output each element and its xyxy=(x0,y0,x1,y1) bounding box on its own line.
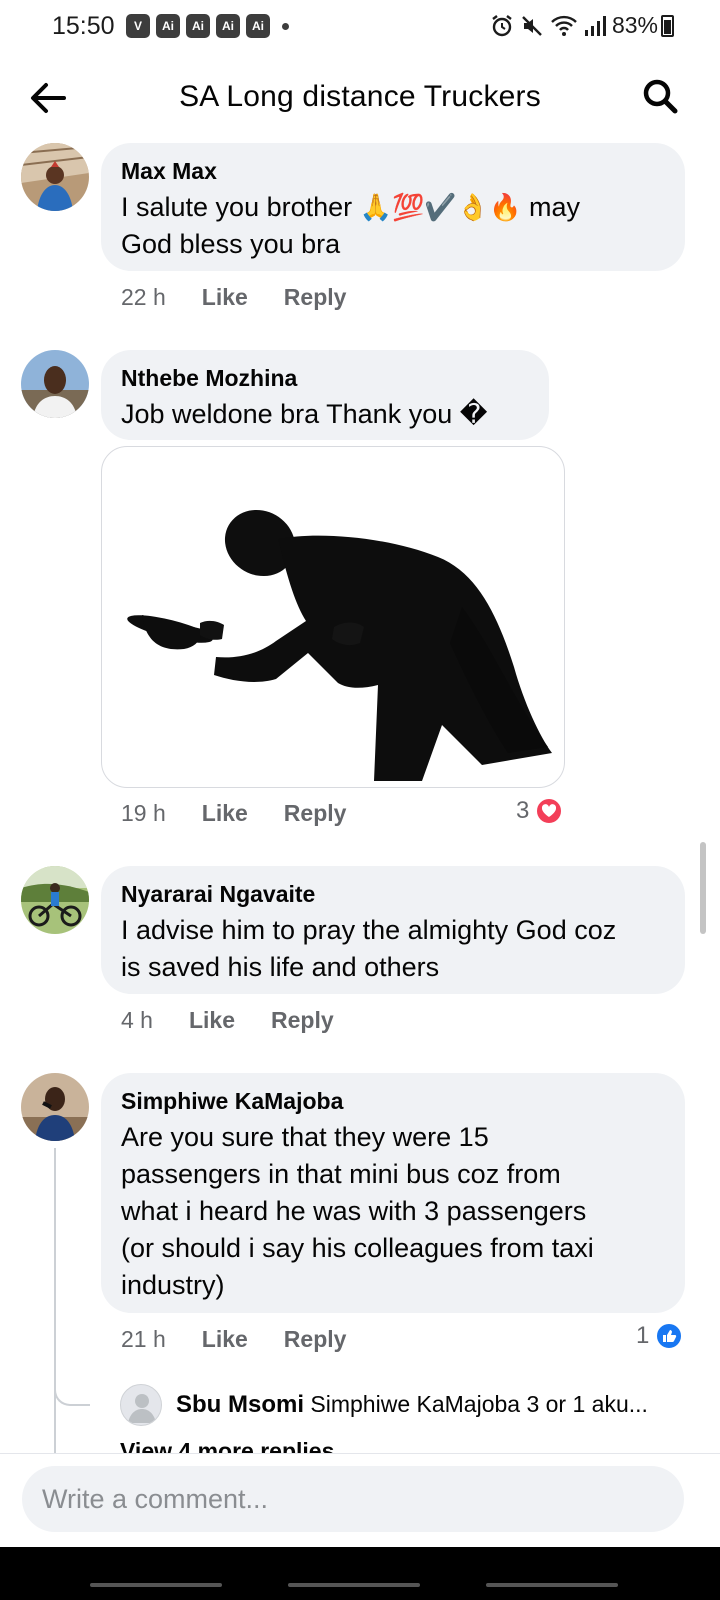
view-more-replies-link[interactable]: View 4 more replies xyxy=(120,1438,334,1454)
page-title: SA Long distance Truckers xyxy=(179,80,541,113)
comment-text: Are you sure that they were 15 passenger… xyxy=(121,1119,665,1304)
comment-author[interactable]: Max Max xyxy=(121,157,665,185)
system-status-icons: 83% xyxy=(490,12,658,39)
comment-author[interactable]: Nthebe Mozhina xyxy=(121,364,529,392)
reply-button[interactable]: Reply xyxy=(284,284,347,311)
ai-notification-icon: Ai xyxy=(156,14,180,38)
battery-percent: 83% xyxy=(611,12,658,38)
vpn-notification-icon: V xyxy=(126,14,150,38)
battery-icon xyxy=(661,15,674,37)
scrollbar-thumb[interactable] xyxy=(700,842,706,934)
status-time: 15:50 xyxy=(52,12,115,40)
status-bar: 15:50 V Ai Ai Ai Ai 83% xyxy=(0,0,720,54)
hundred-points-emoji-icon: 💯 xyxy=(392,192,425,222)
default-avatar-icon[interactable] xyxy=(120,1384,162,1426)
more-notifications-dot-icon xyxy=(282,22,289,30)
ai-notification-icon: Ai xyxy=(186,14,210,38)
comment-text-line: passengers in that mini bus coz from xyxy=(121,1159,561,1189)
comment-bubble[interactable]: Nthebe Mozhina Job weldone bra Thank you… xyxy=(101,350,549,440)
reply-author[interactable]: Sbu Msomi xyxy=(176,1391,304,1418)
comment-text-line: may xyxy=(529,192,581,222)
comment-actions: 21 h Like Reply xyxy=(121,1326,382,1353)
reply-preview[interactable]: Sbu Msomi Simphiwe KaMajoba 3 or 1 aku..… xyxy=(120,1383,680,1427)
notification-icons: V Ai Ai Ai Ai xyxy=(126,14,289,38)
comment-composer xyxy=(0,1453,720,1547)
like-button[interactable]: Like xyxy=(202,284,248,311)
comment-bubble[interactable]: Nyararai Ngavaite I advise him to pray t… xyxy=(101,866,685,994)
search-icon[interactable] xyxy=(640,76,680,116)
like-button[interactable]: Like xyxy=(202,1326,248,1353)
comment-author[interactable]: Nyararai Ngavaite xyxy=(121,880,665,908)
reply-snippet: Simphiwe KaMajoba 3 or 1 aku... xyxy=(310,1391,648,1417)
comment-author[interactable]: Simphiwe KaMajoba xyxy=(121,1087,665,1115)
comment-timestamp: 4 h xyxy=(121,1007,153,1033)
comment-text: Job weldone bra Thank you � xyxy=(121,399,488,429)
back-nav-button[interactable] xyxy=(486,1583,618,1587)
mute-icon xyxy=(522,15,542,36)
comment-text-line: industry) xyxy=(121,1270,225,1300)
comment-timestamp: 19 h xyxy=(121,800,166,826)
reaction-summary[interactable]: 3 xyxy=(516,797,564,825)
heart-reaction-icon xyxy=(535,797,564,825)
ok-hand-emoji-icon: 👌 xyxy=(456,192,490,222)
comment-timestamp: 21 h xyxy=(121,1326,166,1352)
comment-text-line: I salute you brother xyxy=(121,192,353,222)
check-mark-emoji-icon: ✔️ xyxy=(424,192,457,222)
comment-text-line: I advise him to pray the almighty God co… xyxy=(121,915,617,945)
signal-icon xyxy=(584,15,606,36)
reply-button[interactable]: Reply xyxy=(271,1007,334,1034)
thumbs-up-reaction-icon xyxy=(655,1322,684,1350)
ai-notification-icon: Ai xyxy=(246,14,270,38)
bowing-man-sticker[interactable] xyxy=(101,446,565,788)
comment-text: I salute you brother 🙏💯✔️👌🔥 may God bles… xyxy=(121,189,665,263)
like-button[interactable]: Like xyxy=(189,1007,235,1034)
avatar-nyararai-ngavaite[interactable] xyxy=(21,866,89,934)
like-button[interactable]: Like xyxy=(202,800,248,827)
system-navigation-bar xyxy=(0,1547,720,1600)
app-header: SA Long distance Truckers xyxy=(0,60,720,136)
comment-actions: 4 h Like Reply xyxy=(121,1007,370,1034)
reaction-count: 3 xyxy=(516,797,530,824)
reply-thread-line xyxy=(54,1148,56,1458)
comment-actions: 22 h Like Reply xyxy=(121,284,382,311)
comment-bubble[interactable]: Max Max I salute you brother 🙏💯✔️👌🔥 may … xyxy=(101,143,685,271)
wifi-icon xyxy=(551,15,577,36)
comment-timestamp: 22 h xyxy=(121,284,166,310)
reaction-count: 1 xyxy=(636,1322,650,1349)
reply-button[interactable]: Reply xyxy=(284,800,347,827)
reply-preview-text: Sbu Msomi Simphiwe KaMajoba 3 or 1 aku..… xyxy=(176,1391,648,1419)
avatar-simphiwe-kamajoba[interactable] xyxy=(21,1073,89,1141)
home-nav-button[interactable] xyxy=(288,1583,420,1587)
comment-text-line: what i heard he was with 3 passengers xyxy=(121,1196,587,1226)
comment-bubble[interactable]: Simphiwe KaMajoba Are you sure that they… xyxy=(101,1073,685,1313)
reply-thread-connector xyxy=(54,1372,90,1406)
reply-button[interactable]: Reply xyxy=(284,1326,347,1353)
recents-nav-button[interactable] xyxy=(90,1583,222,1587)
comment-text-line: God bless you bra xyxy=(121,229,341,259)
comment-text-line: (or should i say his colleagues from tax… xyxy=(121,1233,594,1263)
reaction-summary[interactable]: 1 xyxy=(636,1322,684,1350)
comment-text: I advise him to pray the almighty God co… xyxy=(121,912,665,986)
avatar-nthebe-mozhina[interactable] xyxy=(21,350,89,418)
avatar-max-max[interactable] xyxy=(21,143,89,211)
alarm-icon xyxy=(492,14,512,36)
folded-hands-emoji-icon: 🙏 xyxy=(359,192,393,222)
comment-text-line: is saved his life and others xyxy=(121,952,440,982)
comment-actions: 19 h Like Reply xyxy=(121,800,382,827)
comment-text-line: Are you sure that they were 15 xyxy=(121,1122,489,1152)
comment-input[interactable] xyxy=(22,1466,684,1532)
fire-emoji-icon: 🔥 xyxy=(489,192,522,222)
ai-notification-icon: Ai xyxy=(216,14,240,38)
